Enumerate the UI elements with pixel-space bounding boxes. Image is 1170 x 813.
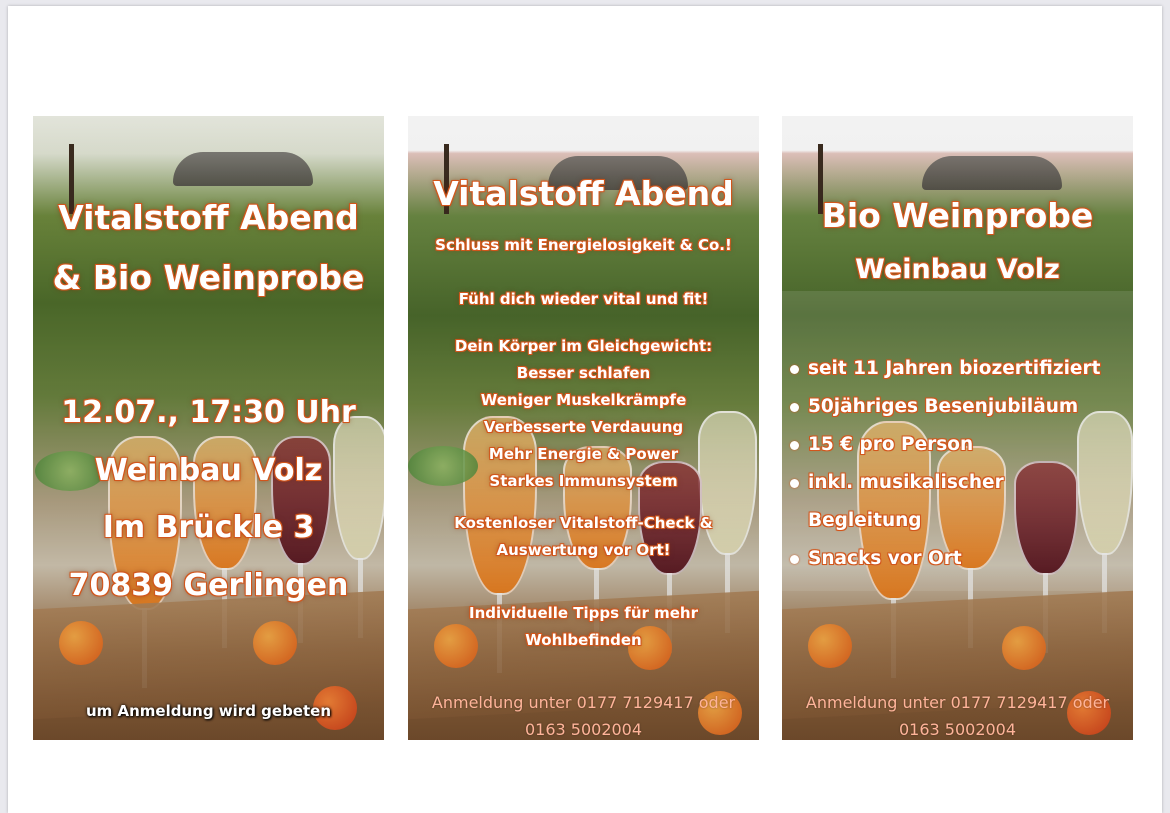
feature-text: Snacks vor Ort [808,548,962,569]
bullet-icon [790,365,799,374]
feature-item: inkl. musikalischer [790,464,1100,502]
event-city: 70839 Gerlingen [68,567,349,603]
poster-weinprobe: Bio Weinprobe Weinbau Volz seit 11 Jahre… [782,116,1133,740]
benefit-item: Weniger Muskelkrämpfe [480,391,687,409]
bullet-icon [790,403,799,412]
feature-item-continuation: Begleitung [790,502,1100,540]
feature-list: seit 11 Jahren biozertifiziert 50jährige… [790,350,1100,578]
bullet-icon [790,479,799,488]
vitality-line: Fühl dich wieder vital und fit! [458,290,709,308]
poster-title: Bio Weinprobe [821,196,1094,235]
registration-phone: Anmeldung unter 0177 7129417 oder 0163 5… [782,689,1133,740]
benefit-item: Starkes Immunsystem [489,472,678,490]
tips-line: Wohlbefinden [525,631,642,649]
registration-phone: Anmeldung unter 0177 7129417 oder 0163 5… [408,689,759,740]
document-page: Vitalstoff Abend & Bio Weinprobe 12.07.,… [8,6,1162,813]
registration-note: um Anmeldung wird gebeten [85,702,332,720]
feature-text: 15 € pro Person [808,434,974,455]
event-details: 12.07., 17:30 Uhr Weinbau Volz Im Brückl… [33,384,384,614]
poster-subtitle: Schluss mit Energielosigkeit & Co.! [435,236,732,254]
benefits-heading: Dein Körper im Gleichgewicht: [454,337,713,355]
feature-text: Begleitung [808,510,922,531]
feature-text: 50jähriges Besenjubiläum [808,396,1079,417]
feature-item: 50jähriges Besenjubiläum [790,388,1100,426]
bullet-icon [790,441,799,450]
poster-title: Vitalstoff Abend [433,174,734,213]
benefit-item: Verbesserte Verdauung [483,418,684,436]
check-line: Auswertung vor Ort! [496,541,671,559]
poster-subtitle: Weinbau Volz [855,254,1060,285]
event-venue: Weinbau Volz [94,452,323,488]
benefits-list: Dein Körper im Gleichgewicht: Besser sch… [408,333,759,495]
phone-line: 0163 5002004 [898,720,1017,739]
feature-item: Snacks vor Ort [790,540,1100,578]
feature-item: seit 11 Jahren biozertifiziert [790,350,1100,388]
phone-line: 0163 5002004 [524,720,643,739]
check-line: Kostenloser Vitalstoff-Check & [454,514,713,532]
event-date-time: 12.07., 17:30 Uhr [61,395,356,430]
tips-line: Individuelle Tipps für mehr [468,604,699,622]
feature-text: seit 11 Jahren biozertifiziert [808,358,1101,379]
event-street: Im Brückle 3 [102,510,315,545]
tips-text: Individuelle Tipps für mehr Wohlbefinden [408,600,759,654]
poster-vitalstoff: Vitalstoff Abend Schluss mit Energielosi… [408,116,759,740]
bullet-icon [790,555,799,564]
phone-line: Anmeldung unter 0177 7129417 oder [431,693,736,712]
feature-item: 15 € pro Person [790,426,1100,464]
poster-event-overview: Vitalstoff Abend & Bio Weinprobe 12.07.,… [33,116,384,740]
benefit-item: Besser schlafen [516,364,651,382]
poster-title: Vitalstoff Abend & Bio Weinprobe [33,188,384,308]
title-line: Vitalstoff Abend [58,198,359,237]
phone-line: Anmeldung unter 0177 7129417 oder [805,693,1110,712]
title-line: & Bio Weinprobe [52,258,365,297]
feature-text: inkl. musikalischer [808,472,1004,493]
benefit-item: Mehr Energie & Power [488,445,679,463]
vitalstoff-check: Kostenloser Vitalstoff-Check & Auswertun… [408,510,759,564]
